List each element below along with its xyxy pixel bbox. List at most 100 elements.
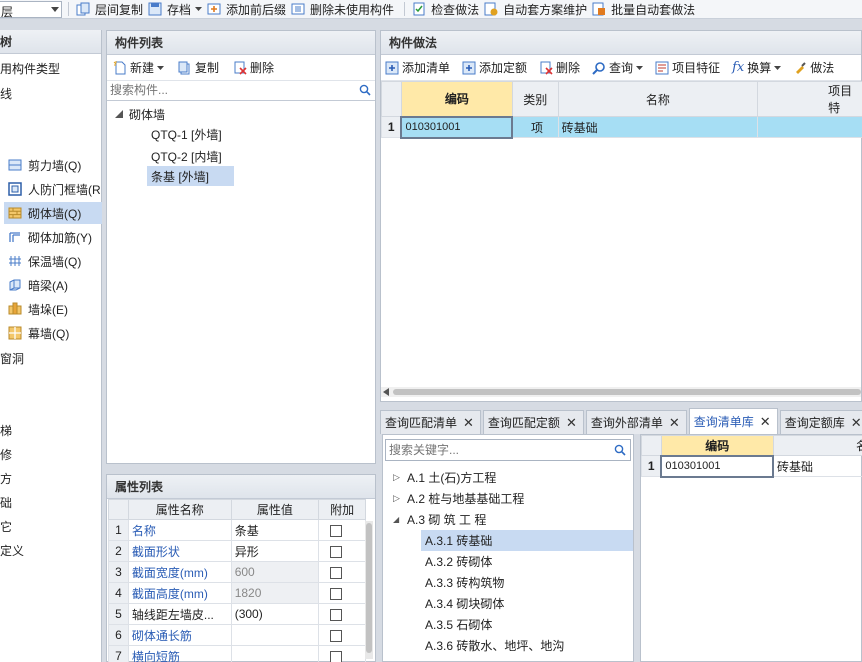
library-node-a3[interactable]: ◢ A.3 砌 筑 工 程 [383, 509, 486, 530]
library-search-input[interactable] [386, 440, 606, 460]
prop-value[interactable] [230, 624, 320, 646]
table-row[interactable]: 1 010301001 项 砖基础 [381, 115, 862, 139]
copy-component-button[interactable]: 复制 [178, 59, 219, 76]
chevron-down-icon[interactable] [636, 65, 644, 70]
prop-value[interactable]: 异形 [230, 540, 320, 562]
tab-match-bill[interactable]: 查询匹配清单 ✕ [380, 410, 481, 434]
expand-triangle-icon[interactable]: ▷ [393, 493, 407, 504]
chevron-down-icon[interactable] [774, 65, 782, 70]
tree-item-other[interactable]: 它 [0, 518, 12, 535]
tree-node-strip-foundation[interactable]: 条基 [外墙] [147, 166, 234, 186]
attach-checkbox[interactable] [330, 524, 343, 537]
library-node-a35[interactable]: A.3.5 石砌体 [425, 614, 492, 635]
close-icon[interactable]: ✕ [760, 414, 771, 430]
tree-item-earthwork[interactable]: 方 [0, 470, 12, 487]
library-node-a1[interactable]: ▷ A.1 土(石)方工程 [383, 467, 496, 488]
collapse-triangle-icon[interactable] [115, 110, 123, 118]
tree-item-stairs[interactable]: 梯 [0, 422, 12, 439]
code-cell[interactable]: 010301001 [400, 115, 514, 139]
tree-item-line[interactable]: 线 [0, 85, 12, 102]
library-node-a32[interactable]: A.3.2 砖砌体 [425, 551, 492, 572]
attach-checkbox[interactable] [330, 650, 343, 662]
attach-checkbox[interactable] [330, 629, 343, 642]
table-row[interactable]: 2 截面形状 异形 [108, 540, 366, 562]
attach-checkbox[interactable] [330, 566, 343, 579]
sidebar-item-wall-pier[interactable]: 墙垛(E) [4, 298, 102, 320]
name-cell[interactable]: 砖基础 [772, 455, 862, 477]
library-node-a31[interactable]: A.3.1 砖基础 [421, 530, 633, 551]
expand-triangle-icon[interactable]: ▷ [393, 472, 407, 483]
table-row[interactable]: 3 截面宽度(mm) 600 [108, 561, 366, 583]
attach-checkbox[interactable] [330, 608, 343, 621]
code-cell[interactable]: 010301001 [660, 454, 774, 478]
name-cell[interactable]: 砖基础 [557, 116, 759, 138]
sidebar-item-civil-defense-wall[interactable]: 人防门框墙(R [4, 178, 102, 200]
attach-checkbox[interactable] [330, 545, 343, 558]
table-row[interactable]: 5 轴线距左墙皮... (300) [108, 603, 366, 625]
tree-item-openings[interactable]: 窗洞 [0, 350, 24, 367]
close-icon[interactable]: ✕ [851, 415, 862, 431]
convert-button[interactable]: fx 换算 [732, 59, 782, 76]
add-bill-button[interactable]: 添加清单 [385, 59, 450, 76]
table-row[interactable]: 1 010301001 砖基础 [641, 454, 862, 478]
attach-checkbox[interactable] [330, 587, 343, 600]
library-node-a33[interactable]: A.3.3 砖构筑物 [425, 572, 504, 593]
sidebar-item-hidden-beam[interactable]: 暗梁(A) [4, 274, 102, 296]
chevron-down-icon[interactable] [49, 2, 61, 17]
scrollbar-thumb[interactable] [366, 523, 372, 653]
sidebar-item-insulation-wall[interactable]: 保温墙(Q) [4, 250, 102, 272]
horizontal-scrollbar[interactable] [381, 387, 861, 397]
tree-node-qtq1[interactable]: QTQ-1 [外墙] [151, 124, 222, 144]
table-row[interactable]: 7 横向短筋 [108, 645, 366, 662]
vertical-scrollbar[interactable] [365, 521, 373, 659]
scroll-left-icon[interactable] [383, 388, 389, 396]
floor-combo[interactable]: 层 [0, 0, 62, 18]
close-icon[interactable]: ✕ [463, 415, 474, 431]
tab-quota-library[interactable]: 查询定额库 ✕ [779, 410, 862, 434]
batch-auto-button[interactable]: 批量自动套做法 [591, 1, 695, 18]
sidebar-item-masonry-rebar[interactable]: 砌体加筋(Y) [4, 226, 102, 248]
search-icon[interactable] [359, 84, 371, 96]
tab-external-bill[interactable]: 查询外部清单 ✕ [585, 410, 687, 434]
feature-cell[interactable] [757, 116, 862, 138]
library-node-a36[interactable]: A.3.6 砖散水、地坪、地沟 [425, 635, 564, 656]
tree-item-foundation[interactable]: 础 [0, 494, 12, 511]
check-method-button[interactable]: 检查做法 [411, 1, 479, 18]
component-search-input[interactable] [107, 81, 347, 99]
add-quota-button[interactable]: 添加定额 [462, 59, 527, 76]
close-icon[interactable]: ✕ [566, 415, 577, 431]
chevron-down-icon[interactable] [195, 7, 203, 11]
new-component-button[interactable]: 新建 [113, 59, 165, 76]
tab-match-quota[interactable]: 查询匹配定额 ✕ [482, 410, 584, 434]
prop-value[interactable] [230, 645, 320, 662]
sidebar-item-curtain-wall[interactable]: 幕墙(Q) [4, 322, 102, 344]
type-cell[interactable]: 项 [511, 116, 559, 138]
delete-unused-button[interactable]: 删除未使用构件 [290, 1, 394, 18]
tree-item-custom[interactable]: 定义 [0, 542, 24, 559]
tree-node-qtq2[interactable]: QTQ-2 [内墙] [151, 146, 222, 166]
tab-bill-library[interactable]: 查询清单库 ✕ [688, 408, 778, 434]
query-button[interactable]: 查询 [592, 59, 644, 76]
archive-button[interactable]: 存档 [147, 1, 203, 18]
item-feature-button[interactable]: 项目特征 [655, 59, 720, 76]
tree-item-common-types[interactable]: 用构件类型 [0, 60, 60, 77]
table-row[interactable]: 4 截面高度(mm) 1820 [108, 582, 366, 604]
prop-value[interactable]: 条基 [230, 519, 320, 541]
tree-item-decoration[interactable]: 修 [0, 446, 12, 463]
collapse-triangle-icon[interactable]: ◢ [393, 515, 407, 524]
library-node-a2[interactable]: ▷ A.2 桩与地基基础工程 [383, 488, 524, 509]
scrollbar-thumb[interactable] [393, 389, 861, 395]
sidebar-item-masonry-wall[interactable]: 砌体墙(Q) [4, 202, 102, 224]
table-row[interactable]: 6 砌体通长筋 [108, 624, 366, 646]
auto-scheme-button[interactable]: 自动套方案维护 [483, 1, 587, 18]
library-node-a34[interactable]: A.3.4 砌块砌体 [425, 593, 504, 614]
method-brush-button[interactable]: 做法 [793, 59, 834, 76]
delete-component-button[interactable]: 删除 [233, 59, 274, 76]
prop-value[interactable]: (300) [230, 603, 320, 625]
tree-node-masonry-wall[interactable]: 砌体墙 [115, 104, 165, 124]
sidebar-item-shear-wall[interactable]: 剪力墙(Q) [4, 154, 102, 176]
table-row[interactable]: 1 名称 条基 [108, 519, 366, 541]
chevron-down-icon[interactable] [157, 65, 165, 70]
delete-method-button[interactable]: 删除 [539, 59, 580, 76]
close-icon[interactable]: ✕ [669, 415, 680, 431]
